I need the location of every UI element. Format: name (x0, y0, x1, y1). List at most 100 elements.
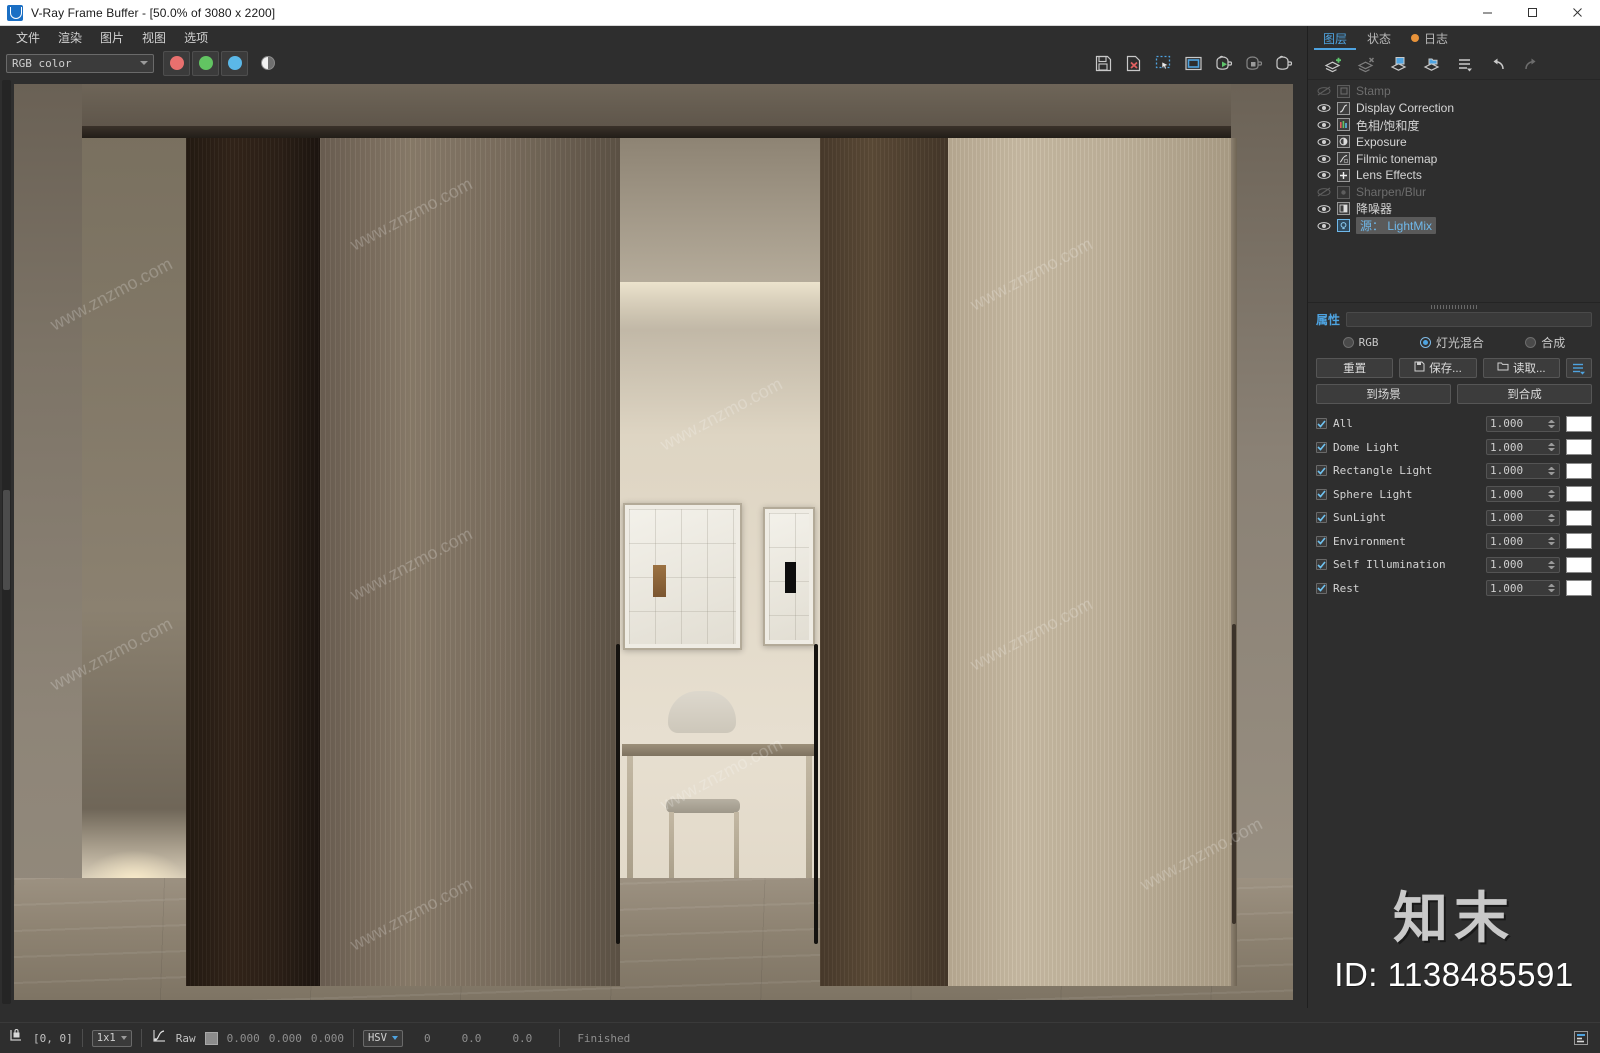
lightmix-intensity-stepper[interactable]: 1.000 (1486, 415, 1560, 432)
menu-image[interactable]: 图片 (92, 27, 132, 48)
layer-menu-icon[interactable] (1450, 53, 1480, 77)
lightmix-color-swatch[interactable] (1566, 439, 1592, 456)
stepper-arrows-icon[interactable] (1548, 582, 1555, 594)
lightmix-row[interactable]: Rectangle Light 1.000 (1316, 459, 1592, 483)
stepper-arrows-icon[interactable] (1548, 441, 1555, 453)
lightmix-row[interactable]: Environment 1.000 (1316, 530, 1592, 554)
load-layers-icon[interactable] (1417, 53, 1447, 77)
lightmix-color-swatch[interactable] (1566, 580, 1592, 597)
lightmix-row[interactable]: Dome Light 1.000 (1316, 436, 1592, 460)
layer-visibility-icon[interactable] (1316, 103, 1331, 113)
color-curve-icon[interactable] (151, 1028, 167, 1049)
layer-visibility-off-icon[interactable] (1316, 187, 1331, 197)
rendered-image[interactable]: www.znzmo.com www.znzmo.com www.znzmo.co… (14, 84, 1293, 1000)
layer-row[interactable]: Exposure (1314, 133, 1594, 150)
layer-visibility-icon[interactable] (1316, 120, 1331, 130)
lightmix-checkbox[interactable] (1316, 488, 1327, 500)
layer-visibility-icon[interactable] (1316, 221, 1331, 231)
layer-row[interactable]: Lens Effects (1314, 167, 1594, 184)
lightmix-color-swatch[interactable] (1566, 462, 1592, 479)
redo-icon[interactable] (1516, 53, 1546, 77)
lightmix-intensity-stepper[interactable]: 1.000 (1486, 439, 1560, 456)
lightmix-intensity-stepper[interactable]: 1.000 (1486, 509, 1560, 526)
lightmix-checkbox[interactable] (1316, 465, 1327, 477)
load-button[interactable]: 读取... (1482, 358, 1560, 378)
clear-image-icon[interactable] (1119, 50, 1147, 76)
lightmix-row[interactable]: Sphere Light 1.000 (1316, 483, 1592, 507)
sample-size-dropdown[interactable]: 1x1 (91, 1029, 132, 1047)
layer-visibility-icon[interactable] (1316, 154, 1331, 164)
menu-file[interactable]: 文件 (8, 27, 48, 48)
lightmix-checkbox[interactable] (1316, 535, 1327, 547)
lightmix-color-swatch[interactable] (1566, 486, 1592, 503)
render-last-icon[interactable] (1269, 50, 1297, 76)
to-scene-button[interactable]: 到场景 (1316, 384, 1451, 404)
stepper-arrows-icon[interactable] (1548, 559, 1555, 571)
menu-options[interactable]: 选项 (176, 27, 216, 48)
radio-lightmix[interactable]: 灯光混合 (1419, 334, 1484, 351)
lightmix-checkbox[interactable] (1316, 559, 1327, 571)
lightmix-checkbox[interactable] (1316, 418, 1327, 430)
save-layers-icon[interactable] (1384, 53, 1414, 77)
lightmix-color-swatch[interactable] (1566, 533, 1592, 550)
save-button[interactable]: 保存... (1399, 358, 1477, 378)
radio-composite[interactable]: 合成 (1525, 334, 1565, 351)
lightmix-intensity-stepper[interactable]: 1.000 (1486, 486, 1560, 503)
lightmix-color-swatch[interactable] (1566, 556, 1592, 573)
properties-name-field[interactable] (1346, 312, 1592, 327)
layer-row[interactable]: 色相/饱和度 (1314, 117, 1594, 134)
radio-rgb[interactable]: RGB (1342, 336, 1379, 349)
layer-row-lightmix[interactable]: 源： LightMix (1314, 217, 1594, 235)
stepper-arrows-icon[interactable] (1548, 465, 1555, 477)
layer-row[interactable]: Stamp (1314, 83, 1594, 100)
render-stop-icon[interactable] (1239, 50, 1267, 76)
menu-render[interactable]: 渲染 (50, 27, 90, 48)
lightmix-row[interactable]: Rest 1.000 (1316, 577, 1592, 601)
log-lines-icon[interactable] (1570, 1028, 1592, 1048)
layer-visibility-icon[interactable] (1316, 170, 1331, 180)
vertical-scrollbar[interactable] (2, 80, 11, 1004)
render-canvas-area[interactable]: www.znzmo.com www.znzmo.com www.znzmo.co… (0, 78, 1307, 1006)
layer-row[interactable]: Sharpen/Blur (1314, 184, 1594, 201)
menu-view[interactable]: 视图 (134, 27, 174, 48)
layer-visibility-icon[interactable] (1316, 204, 1331, 214)
lightmix-row[interactable]: Self Illumination 1.000 (1316, 553, 1592, 577)
delete-layer-icon[interactable] (1351, 53, 1381, 77)
minimize-button[interactable] (1465, 0, 1510, 26)
close-button[interactable] (1555, 0, 1600, 26)
layer-visibility-icon[interactable] (1316, 137, 1331, 147)
layer-row[interactable]: 降噪器 (1314, 201, 1594, 218)
blue-channel-button[interactable] (221, 50, 248, 76)
render-start-icon[interactable] (1209, 50, 1237, 76)
lightmix-color-swatch[interactable] (1566, 509, 1592, 526)
reset-button[interactable]: 重置 (1316, 358, 1394, 378)
channel-select-dropdown[interactable]: RGB color (6, 53, 154, 73)
lightmix-intensity-stepper[interactable]: 1.000 (1486, 580, 1560, 597)
add-layer-icon[interactable] (1318, 53, 1348, 77)
lightmix-checkbox[interactable] (1316, 512, 1327, 524)
stepper-arrows-icon[interactable] (1548, 488, 1555, 500)
green-channel-button[interactable] (192, 50, 219, 76)
layer-visibility-off-icon[interactable] (1316, 86, 1331, 96)
lightmix-checkbox[interactable] (1316, 582, 1327, 594)
stepper-arrows-icon[interactable] (1548, 535, 1555, 547)
lightmix-color-swatch[interactable] (1566, 415, 1592, 432)
tab-status[interactable]: 状态 (1358, 28, 1400, 50)
tab-layers[interactable]: 图层 (1314, 28, 1357, 50)
maximize-button[interactable] (1510, 0, 1555, 26)
panel-splitter[interactable] (1308, 302, 1600, 310)
viewport-icon[interactable] (1179, 50, 1207, 76)
pixel-lock-icon[interactable] (8, 1028, 24, 1049)
layer-row[interactable]: Display Correction (1314, 100, 1594, 117)
scrollbar-thumb[interactable] (3, 490, 10, 590)
layer-row[interactable]: Filmic tonemap (1314, 150, 1594, 167)
tab-log[interactable]: 日志 (1402, 28, 1457, 50)
red-channel-button[interactable] (163, 50, 190, 76)
lightmix-intensity-stepper[interactable]: 1.000 (1486, 556, 1560, 573)
color-mode-dropdown[interactable]: HSV (362, 1029, 403, 1047)
undo-icon[interactable] (1483, 53, 1513, 77)
options-menu-icon[interactable] (1565, 358, 1592, 378)
lightmix-row[interactable]: SunLight 1.000 (1316, 506, 1592, 530)
save-image-icon[interactable] (1089, 50, 1117, 76)
region-render-icon[interactable] (1149, 50, 1177, 76)
